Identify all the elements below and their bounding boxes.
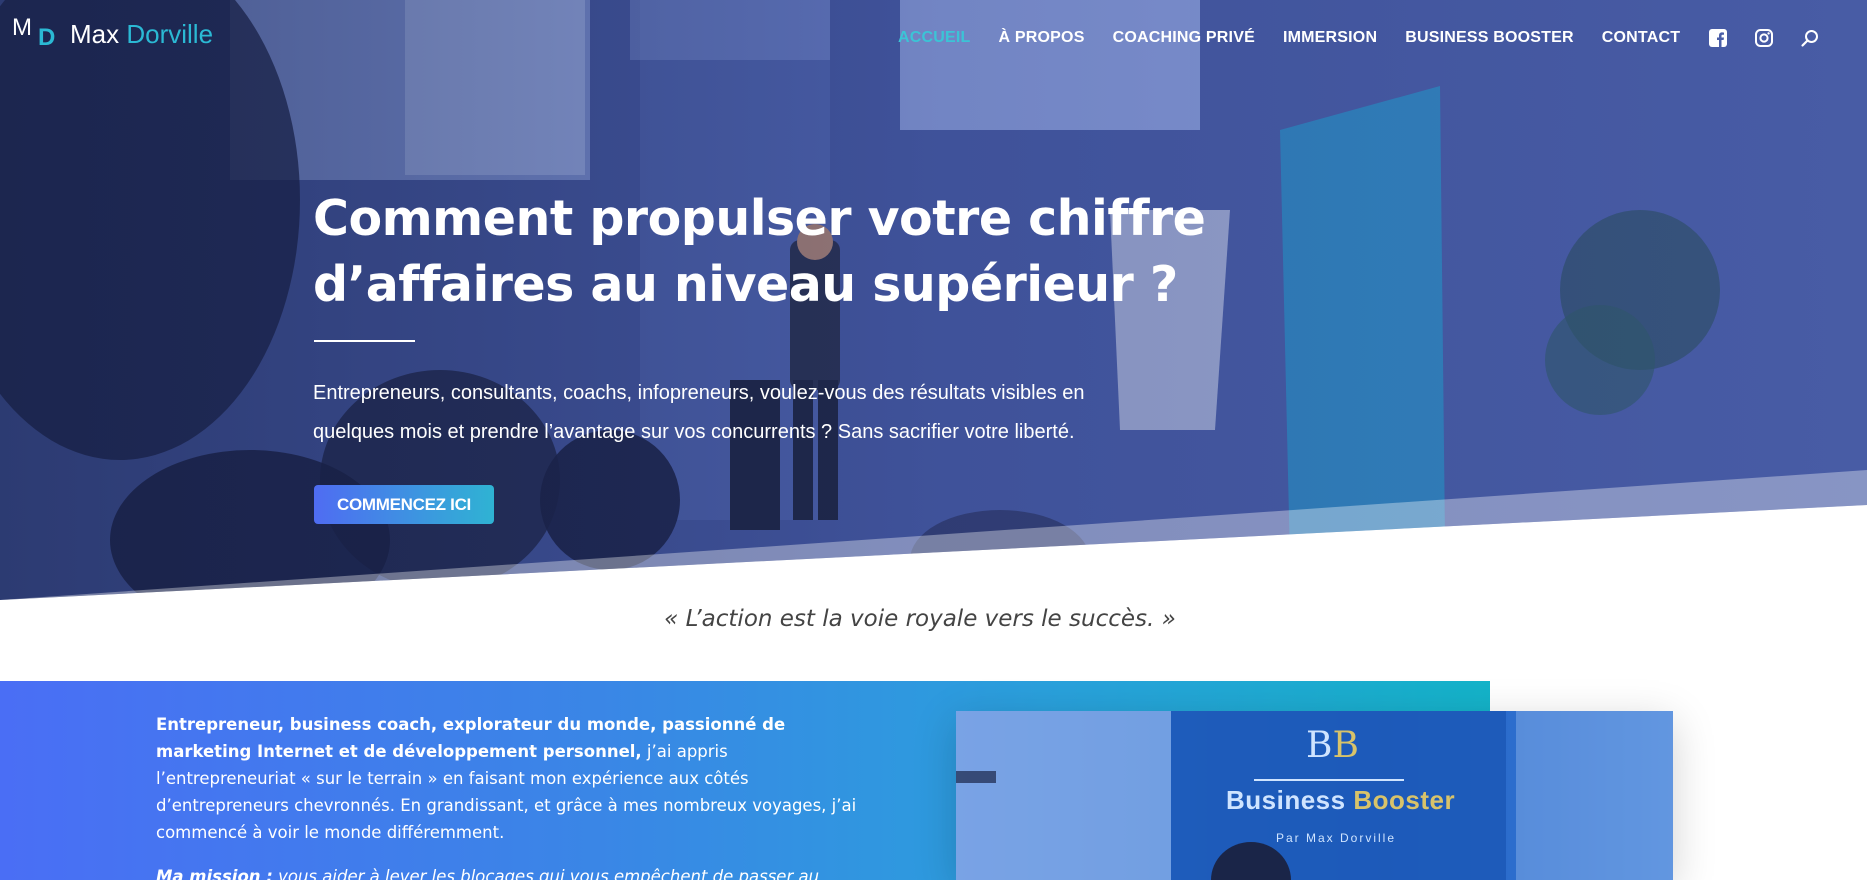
business-booster-photo: BB Business Booster Par Max Dorville (956, 711, 1673, 880)
logo-text: Max Dorville (70, 19, 213, 50)
bb-name-part-1: Business (1226, 785, 1354, 815)
hero-title-line-1: Comment propulser votre chiffre (313, 190, 1206, 247)
logo-mark-d: D (38, 24, 56, 51)
commencez-ici-button[interactable]: COMMENCEZ ICI (314, 485, 494, 524)
search-icon[interactable] (1800, 28, 1820, 48)
bb-logo-b1: B (1306, 725, 1333, 766)
hero-diagonal-cut (0, 470, 1867, 600)
nav-item-immersion[interactable]: IMMERSION (1283, 29, 1377, 47)
bb-logo-line (1254, 779, 1404, 781)
logo-name-last: Dorville (126, 18, 214, 49)
hero-divider (314, 340, 415, 342)
logo-name-first: Max (70, 18, 127, 49)
instagram-icon[interactable] (1754, 28, 1774, 48)
site-header: M D Max Dorville ACCUEIL À PROPOS COACHI… (0, 0, 1867, 76)
nav-item-coaching-prive[interactable]: COACHING PRIVÉ (1113, 29, 1255, 47)
business-booster-name: Business Booster (1226, 785, 1455, 816)
about-text: Entrepreneur, business coach, explorateu… (156, 711, 866, 846)
hero-subtitle-line-1: Entrepreneurs, consultants, coachs, info… (313, 382, 1085, 404)
about-mission: Ma mission : vous aider à lever les bloc… (156, 863, 866, 880)
nav-item-contact[interactable]: CONTACT (1602, 29, 1680, 47)
hero-subtitle: Entrepreneurs, consultants, coachs, info… (313, 374, 1183, 452)
facebook-icon[interactable] (1708, 28, 1728, 48)
logo-mark-m: M (12, 14, 32, 41)
nav-item-a-propos[interactable]: À PROPOS (999, 29, 1085, 47)
bb-logo-b2: B (1332, 725, 1359, 766)
nav-item-accueil[interactable]: ACCUEIL (898, 29, 971, 47)
business-booster-logo: BB (1306, 725, 1359, 766)
hero-title-line-2: d’affaires au niveau supérieur ? (313, 256, 1178, 313)
nav-item-business-booster[interactable]: BUSINESS BOOSTER (1405, 29, 1574, 47)
quote-text: « L’action est la voie royale vers le su… (664, 606, 1176, 632)
site-logo[interactable]: M D Max Dorville (12, 16, 213, 52)
mission-text: vous aider à lever les blocages qui vous… (272, 867, 820, 880)
business-booster-byline: Par Max Dorville (1276, 831, 1397, 845)
logo-mark: M D (12, 16, 58, 52)
hero-title: Comment propulser votre chiffre d’affair… (313, 186, 1213, 318)
bb-name-part-2: Booster (1353, 785, 1456, 815)
hero-section: Comment propulser votre chiffre d’affair… (0, 0, 1867, 600)
mission-label: Ma mission : (156, 867, 273, 880)
main-nav: ACCUEIL À PROPOS COACHING PRIVÉ IMMERSIO… (898, 28, 1846, 48)
hero-subtitle-line-2: quelques mois et prendre l’avantage sur … (313, 421, 1075, 443)
